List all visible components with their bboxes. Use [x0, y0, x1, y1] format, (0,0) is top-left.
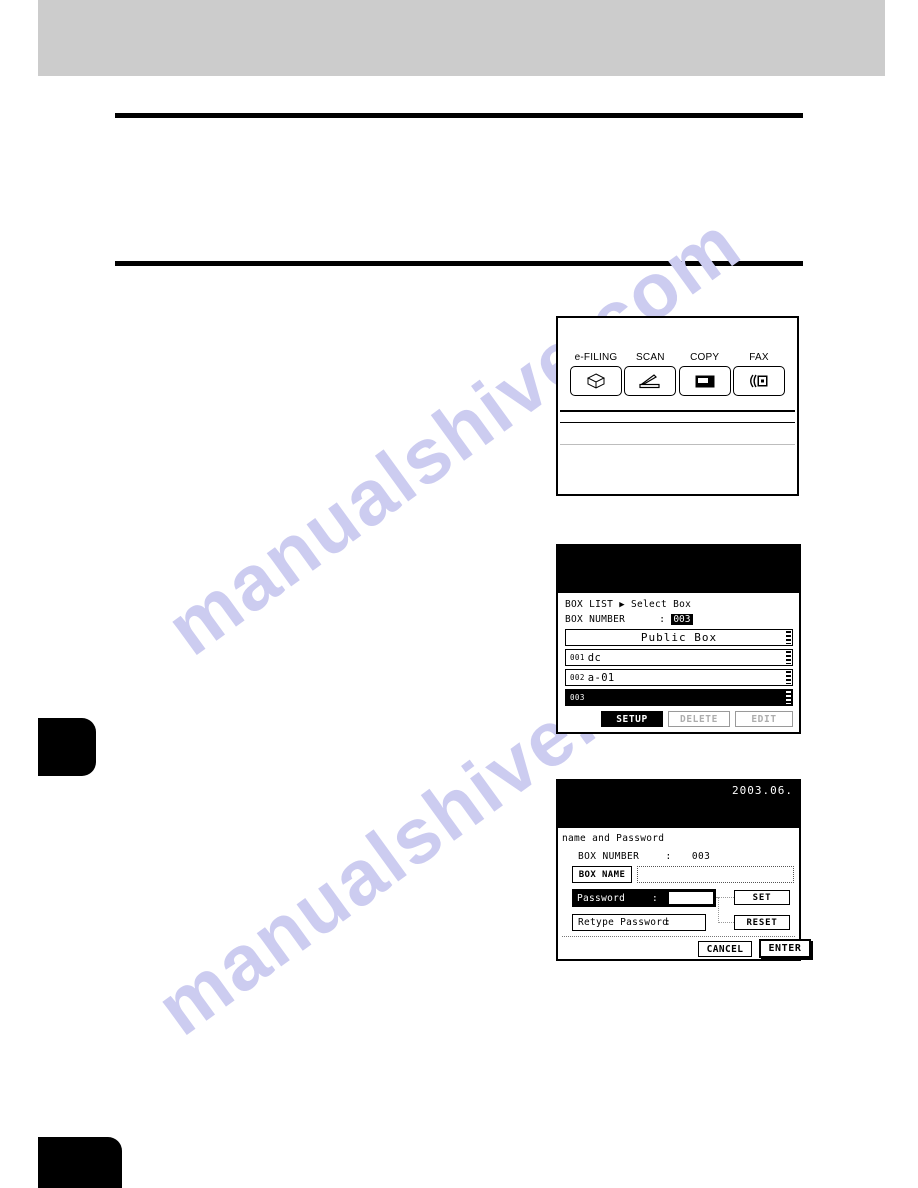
list-item-index: 003	[570, 693, 585, 702]
box-list-titlebar	[558, 546, 799, 593]
function-key-copy-label: COPY	[690, 352, 720, 363]
box-number-value: 003	[691, 851, 711, 862]
efiling-box-icon[interactable]	[570, 366, 622, 396]
setup-button[interactable]: SETUP	[601, 711, 663, 727]
section-rule-top	[115, 113, 803, 118]
function-key-scan[interactable]: SCAN	[624, 352, 677, 396]
function-key-copy[interactable]: COPY	[678, 352, 731, 396]
password-label: Password	[577, 892, 626, 904]
connector-line	[718, 922, 734, 923]
scanner-icon[interactable]	[624, 366, 677, 396]
function-key-row: e-FILING SCAN COPY FAX	[558, 352, 797, 396]
footer-divider	[562, 936, 795, 937]
page-title: name and Password	[562, 833, 665, 844]
box-list-panel: BOX LIST ▶ Select Box BOX NUMBER : 003 P…	[556, 544, 801, 734]
box-number-label: BOX NUMBER	[565, 614, 626, 625]
side-tab-marker	[38, 718, 96, 776]
box-list-breadcrumb-root: BOX LIST	[565, 599, 614, 610]
function-key-fax[interactable]: FAX	[732, 352, 785, 396]
box-list-button-row: SETUP DELETE EDIT	[565, 711, 793, 727]
box-number-readout: BOX NUMBER : 003	[578, 851, 710, 862]
password-input[interactable]	[669, 892, 713, 904]
date-display: 2003.06.	[732, 784, 793, 797]
section-rule-middle	[115, 261, 803, 266]
table-row[interactable]: Public Box	[565, 629, 793, 646]
copy-page-icon[interactable]	[678, 366, 731, 396]
box-name-field[interactable]	[637, 866, 794, 883]
connector-line	[718, 897, 719, 923]
row-edge-marker	[786, 631, 791, 644]
box-number-label: BOX NUMBER	[578, 851, 640, 862]
table-row[interactable]: 002 a-01	[565, 669, 793, 686]
password-field-row[interactable]: Password :	[572, 889, 716, 907]
edit-button[interactable]: EDIT	[735, 711, 793, 727]
cancel-button[interactable]: CANCEL	[698, 941, 752, 957]
list-item-index: 002	[570, 673, 585, 682]
row-edge-marker	[786, 671, 791, 684]
function-panel-divider-1	[560, 410, 795, 412]
function-select-panel: e-FILING SCAN COPY FAX	[556, 316, 799, 496]
fax-icon[interactable]	[732, 366, 785, 396]
function-panel-divider-3	[560, 444, 795, 445]
box-list-body: BOX LIST ▶ Select Box BOX NUMBER : 003 P…	[558, 593, 799, 732]
list-item-name: a-01	[587, 671, 615, 684]
function-key-efiling-label: e-FILING	[574, 352, 618, 363]
page-header-band	[38, 0, 885, 76]
enter-button[interactable]: ENTER	[759, 939, 811, 958]
efiling-box-icon-glyph	[587, 373, 605, 389]
box-list-breadcrumb: BOX LIST ▶ Select Box	[565, 599, 691, 610]
function-key-fax-label: FAX	[749, 352, 769, 363]
password-panel-body: name and Password BOX NUMBER : 003 BOX N…	[558, 828, 811, 959]
function-key-scan-label: SCAN	[636, 352, 665, 363]
password-panel-titlebar: 2003.06.	[558, 781, 799, 828]
retype-password-field-row[interactable]: Retype Password :	[572, 914, 706, 931]
box-number-value: 003	[671, 614, 693, 625]
box-number-row: BOX NUMBER : 003	[565, 614, 693, 625]
table-row-selected[interactable]: 003	[565, 689, 793, 706]
retype-password-separator: :	[665, 917, 672, 928]
function-key-efiling[interactable]: e-FILING	[570, 352, 622, 396]
fax-icon-glyph	[750, 374, 768, 388]
box-name-button[interactable]: BOX NAME	[572, 866, 632, 883]
breadcrumb-arrow-icon: ▶	[619, 600, 625, 610]
box-password-panel: 2003.06. name and Password BOX NUMBER : …	[556, 779, 811, 961]
delete-button[interactable]: DELETE	[668, 711, 730, 727]
copy-page-icon-glyph	[695, 375, 715, 388]
box-number-separator: :	[659, 614, 666, 625]
bottom-tab-marker	[38, 1137, 122, 1188]
row-edge-marker	[786, 651, 791, 664]
list-item-index: 001	[570, 653, 585, 662]
box-name-row: BOX NAME	[572, 866, 794, 883]
box-list-breadcrumb-current: Select Box	[630, 599, 692, 610]
set-button[interactable]: SET	[734, 890, 790, 905]
table-row[interactable]: 001 dc	[565, 649, 793, 666]
function-panel-divider-2	[560, 422, 795, 423]
scanner-icon-glyph	[639, 374, 660, 389]
list-item-name: Public Box	[640, 631, 718, 644]
box-number-separator: :	[665, 851, 672, 862]
password-separator: :	[652, 892, 659, 904]
reset-button[interactable]: RESET	[734, 915, 790, 930]
retype-password-label: Retype Password	[578, 917, 669, 928]
list-item-name: dc	[587, 651, 602, 664]
row-edge-marker	[786, 691, 791, 704]
